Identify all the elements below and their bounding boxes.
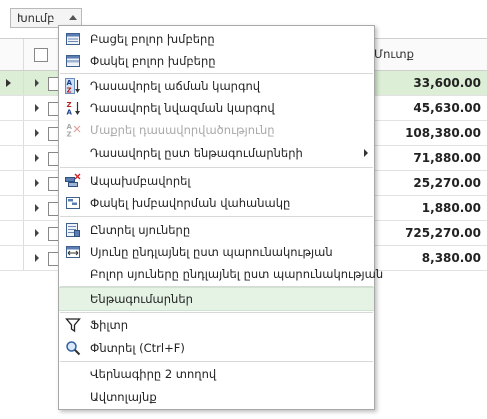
menu-item-label: Փակել խմբավորման վահանակը	[90, 196, 291, 210]
menu-item-hide-group-panel[interactable]: Փակել խմբավորման վահանակը	[59, 192, 374, 214]
expand-row-icon[interactable]	[35, 229, 39, 237]
row-indicator-cell	[0, 221, 24, 245]
menu-item-label: Դասավորել ըստ ենթագումարների	[90, 146, 303, 160]
svg-text:Z: Z	[67, 87, 72, 95]
column-header-amount[interactable]: Մուտք	[374, 39, 414, 70]
menu-item-collapse-all[interactable]: Փակել բոլոր խմբերը	[59, 50, 374, 72]
menu-item-ungroup[interactable]: Ապախմբավորել	[59, 170, 374, 192]
svg-text:Z: Z	[67, 131, 72, 139]
row-amount: 25,270.00	[413, 176, 481, 190]
row-indicator-cell	[0, 196, 24, 220]
row-amount: 108,380.00	[405, 126, 481, 140]
sort-descending-icon: ZA	[65, 100, 81, 117]
best-fit-icon	[65, 244, 81, 260]
collapse-all-icon	[65, 53, 81, 69]
row-amount: 33,600.00	[413, 76, 481, 90]
menu-item-label: Փնտրել (Ctrl+F)	[90, 341, 185, 355]
expand-row-icon[interactable]	[35, 129, 39, 137]
menu-item-label: Բոլոր սյուները ընդլայնել ըստ պարունակութ…	[90, 267, 384, 281]
expand-row-icon[interactable]	[35, 79, 39, 87]
menu-item-column-chooser[interactable]: Ընտրել սյուները	[59, 219, 374, 241]
row-indicator-cell	[0, 71, 24, 95]
row-amount: 1,880.00	[421, 201, 481, 215]
menu-separator	[60, 73, 373, 74]
row-amount: 71,880.00	[413, 151, 481, 165]
menu-item-clear-sorting[interactable]: AZ Մաքրել դասավորվածությունը	[59, 119, 374, 141]
row-indicator-cell	[0, 121, 24, 145]
grid-context-menu: Բացել բոլոր խմբերը Փակել բոլոր խմբերը AZ…	[58, 25, 383, 410]
menu-item-label: Վերնագիրը 2 տողով	[90, 367, 217, 381]
menu-separator	[60, 216, 373, 217]
menu-item-two-line-header[interactable]: Վերնագիրը 2 տողով	[59, 363, 374, 385]
focused-row-arrow-icon	[6, 79, 11, 87]
menu-item-label: Փակել բոլոր խմբերը	[90, 54, 216, 68]
menu-separator	[60, 312, 373, 313]
filter-icon	[65, 317, 81, 333]
menu-item-label: Ընտրել սյուները	[90, 223, 191, 237]
expand-row-icon[interactable]	[35, 179, 39, 187]
menu-item-subtotals[interactable]: Ենթագումարներ	[59, 287, 374, 311]
ungroup-icon	[65, 173, 81, 189]
menu-separator	[60, 361, 373, 362]
menu-item-label: Դասավորել նվազման կարգով	[90, 101, 275, 115]
menu-item-sort-descending[interactable]: ZA Դասավորել նվազման կարգով	[59, 97, 374, 119]
row-indicator-cell	[0, 171, 24, 195]
menu-item-search[interactable]: Փնտրել (Ctrl+F)	[59, 337, 374, 359]
menu-item-sort-ascending[interactable]: AZ Դասավորել աճման կարգով	[59, 75, 374, 97]
menu-item-label: Դասավորել աճման կարգով	[90, 79, 261, 93]
menu-item-label: Բացել բոլոր խմբերը	[90, 32, 215, 46]
menu-item-label: Ֆիլտր	[90, 318, 128, 332]
menu-item-auto-width[interactable]: Ավտոլայնք	[59, 386, 374, 408]
sort-ascending-indicator-icon	[69, 15, 77, 20]
row-amount: 45,630.00	[413, 101, 481, 115]
hide-group-panel-icon	[65, 195, 81, 211]
row-amount: 725,270.00	[405, 226, 481, 240]
menu-item-filter[interactable]: Ֆիլտր	[59, 314, 374, 336]
select-all-checkbox[interactable]	[34, 48, 48, 62]
menu-item-label: Սյունը ընդլայնել ըստ պարունակության	[90, 245, 333, 259]
svg-text:A: A	[67, 109, 73, 117]
row-indicator-cell	[0, 96, 24, 120]
search-icon	[65, 340, 81, 356]
expand-row-icon[interactable]	[35, 254, 39, 262]
clear-sorting-icon: AZ	[65, 122, 81, 139]
row-amount: 8,380.00	[421, 251, 481, 265]
menu-item-label: Ավտոլայնք	[90, 390, 157, 404]
menu-item-expand-all[interactable]: Բացել բոլոր խմբերը	[59, 28, 374, 50]
menu-item-label: Մաքրել դասավորվածությունը	[90, 123, 275, 137]
sort-ascending-icon: AZ	[65, 78, 81, 95]
expand-row-icon[interactable]	[35, 154, 39, 162]
menu-item-best-fit[interactable]: Սյունը ընդլայնել ըստ պարունակության	[59, 241, 374, 263]
menu-item-label: Ապախմբավորել	[90, 174, 191, 188]
menu-separator	[60, 167, 373, 168]
row-indicator-cell	[0, 246, 24, 270]
menu-item-label: Ենթագումարներ	[90, 292, 193, 306]
row-indicator-cell	[0, 146, 24, 170]
expand-row-icon[interactable]	[35, 104, 39, 112]
expand-all-icon	[65, 31, 81, 47]
column-chooser-icon	[65, 222, 81, 238]
submenu-arrow-icon	[364, 149, 368, 157]
menu-item-best-fit-all[interactable]: Բոլոր սյուները ընդլայնել ըստ պարունակութ…	[59, 263, 383, 285]
group-tag-label: Խումբ	[17, 11, 55, 25]
menu-item-sort-by-summary[interactable]: Դասավորել ըստ ենթագումարների	[59, 142, 374, 164]
header-indicator-cell	[0, 39, 24, 70]
expand-row-icon[interactable]	[35, 204, 39, 212]
